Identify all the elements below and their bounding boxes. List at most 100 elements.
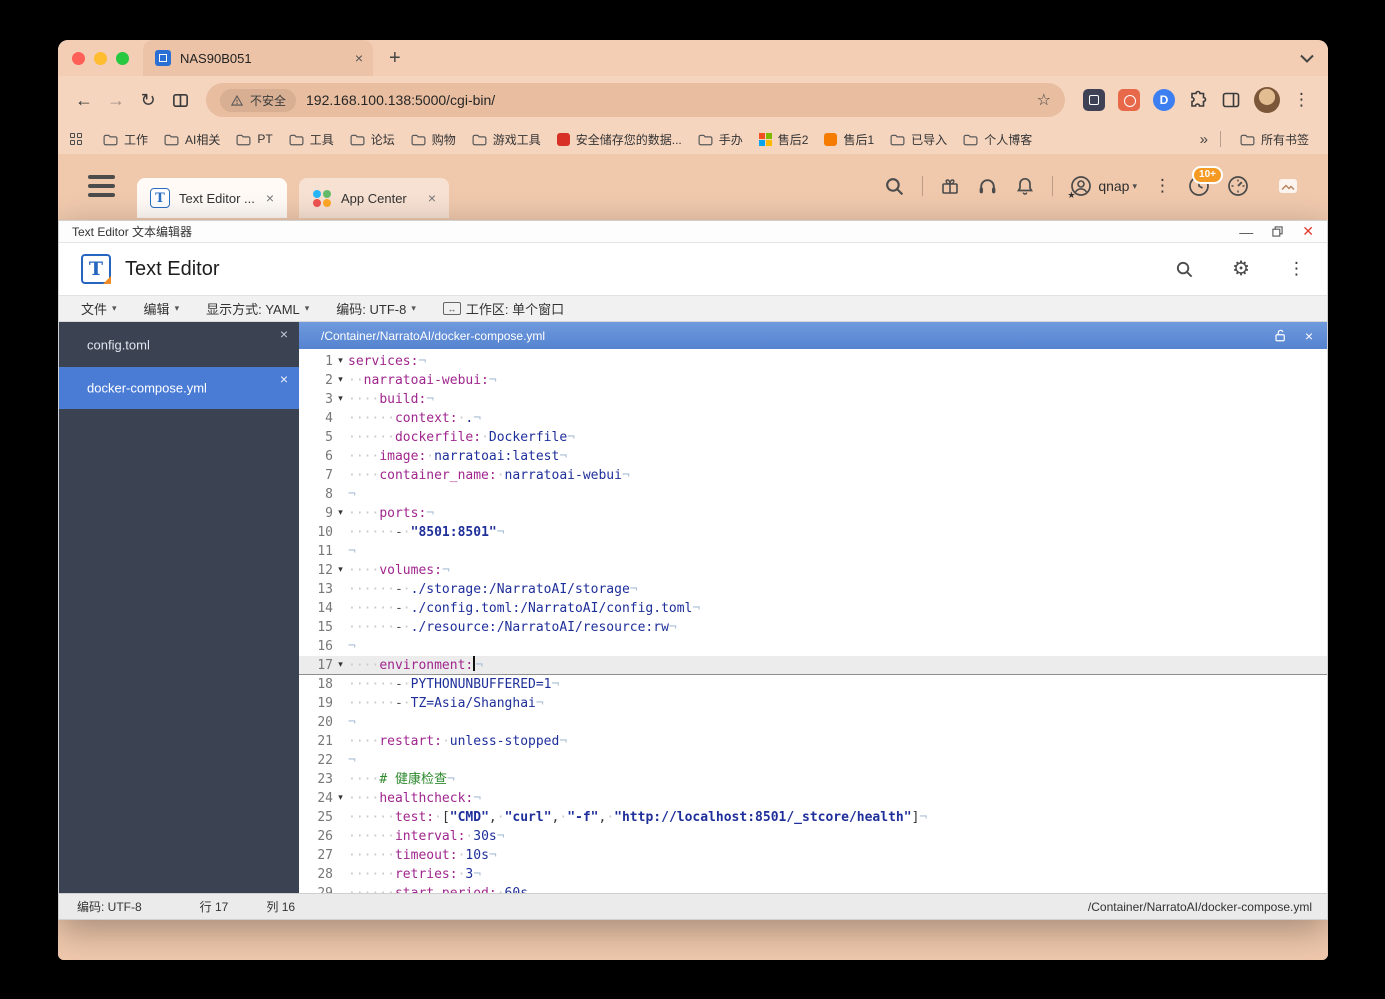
code-line-10[interactable]: 10 ······-·"8501:8501"¬ xyxy=(299,523,1327,542)
fold-arrow-icon[interactable]: ▾ xyxy=(333,561,348,580)
menu-item-2[interactable]: 编辑 ▾ xyxy=(144,299,180,318)
code-line-21[interactable]: 21 ····restart:·unless-stopped¬ xyxy=(299,732,1327,751)
code-line-22[interactable]: 22 ¬ xyxy=(299,751,1327,770)
open-file-tab[interactable]: /Container/NarratoAI/docker-compose.yml … xyxy=(299,322,1327,349)
code-line-28[interactable]: 28 ······retries:·3¬ xyxy=(299,865,1327,884)
code-line-3[interactable]: 3 ▾ ····build:¬ xyxy=(299,390,1327,409)
bookmark-item[interactable]: 论坛 xyxy=(343,128,402,151)
support-headset-icon[interactable] xyxy=(977,176,998,197)
menu-item-4[interactable]: 编码: UTF-8 ▾ xyxy=(336,299,416,318)
code-line-5[interactable]: 5 ······dockerfile:·Dockerfile¬ xyxy=(299,428,1327,447)
bookmark-item[interactable]: PT xyxy=(229,129,279,149)
code-line-24[interactable]: 24 ▾ ····healthcheck:¬ xyxy=(299,789,1327,808)
code-line-26[interactable]: 26 ······interval:·30s¬ xyxy=(299,827,1327,846)
wallpaper-icon[interactable] xyxy=(1276,175,1300,197)
code-line-18[interactable]: 18 ······-·PYTHONUNBUFFERED=1¬ xyxy=(299,675,1327,694)
code-line-14[interactable]: 14 ······-·./config.toml:/NarratoAI/confi… xyxy=(299,599,1327,618)
fold-arrow-icon[interactable]: ▾ xyxy=(333,352,348,371)
forward-button[interactable]: → xyxy=(100,84,132,116)
security-status-chip[interactable]: 不安全 xyxy=(220,88,297,112)
restore-icon[interactable] xyxy=(1272,226,1283,237)
qnap-tab-text-editor[interactable]: T Text Editor ... × xyxy=(137,178,287,218)
fold-arrow-icon[interactable]: ▾ xyxy=(333,504,348,523)
code-line-7[interactable]: 7 ····container_name:·narratoai-webui¬ xyxy=(299,466,1327,485)
profile-avatar[interactable] xyxy=(1254,87,1280,113)
close-tab-icon[interactable]: × xyxy=(428,190,436,206)
bookmark-item[interactable]: 工具 xyxy=(282,128,341,151)
code-line-11[interactable]: 11 ¬ xyxy=(299,542,1327,561)
code-line-12[interactable]: 12 ▾ ····volumes:¬ xyxy=(299,561,1327,580)
user-menu[interactable]: ★ qnap ▾ xyxy=(1067,175,1137,200)
extension-icon-dark[interactable] xyxy=(1083,89,1105,111)
unlock-icon[interactable] xyxy=(1273,328,1288,343)
extension-icon-orange[interactable] xyxy=(1118,89,1140,111)
new-tab-button[interactable]: + xyxy=(389,47,401,70)
close-window-button[interactable] xyxy=(72,51,85,65)
qnap-tab-app-center[interactable]: App Center × xyxy=(299,178,449,218)
reload-button[interactable]: ↻ xyxy=(132,84,164,116)
code-line-20[interactable]: 20 ¬ xyxy=(299,713,1327,732)
main-menu-icon[interactable] xyxy=(88,175,115,197)
bookmark-item[interactable]: 售后1 xyxy=(817,128,881,151)
search-icon[interactable] xyxy=(884,176,905,197)
close-icon[interactable]: ✕ xyxy=(1302,223,1314,240)
minimize-window-button[interactable] xyxy=(94,51,107,65)
search-icon[interactable] xyxy=(1175,260,1194,279)
tab-search-button[interactable] xyxy=(1300,54,1314,63)
close-icon[interactable]: × xyxy=(280,326,288,342)
dashboard-icon[interactable] xyxy=(1227,175,1249,197)
close-file-icon[interactable]: × xyxy=(1305,328,1313,344)
editor-menu-icon[interactable]: ⋮ xyxy=(1288,259,1305,279)
extension-icon-blue[interactable]: D xyxy=(1153,89,1175,111)
menu-item-1[interactable]: 文件 ▾ xyxy=(81,299,117,318)
more-options-icon[interactable]: ⋮ xyxy=(1154,176,1171,196)
url-text[interactable]: 192.168.100.138:5000/cgi-bin/ xyxy=(306,92,1027,108)
code-line-9[interactable]: 9 ▾ ····ports:¬ xyxy=(299,504,1327,523)
background-tasks-button[interactable]: 10+ xyxy=(1188,166,1223,197)
code-line-17[interactable]: 17 ▾ ····environment: ¬ xyxy=(299,656,1327,675)
code-line-4[interactable]: 4 ······context:·.¬ xyxy=(299,409,1327,428)
apps-grid-icon[interactable] xyxy=(70,133,82,145)
bookmark-item[interactable]: AI相关 xyxy=(157,128,227,151)
bookmark-star-icon[interactable]: ☆ xyxy=(1037,90,1051,110)
split-view-icon[interactable] xyxy=(164,84,196,116)
fold-arrow-icon[interactable]: ▾ xyxy=(333,390,348,409)
bookmark-item[interactable]: 购物 xyxy=(404,128,463,151)
code-line-16[interactable]: 16 ¬ xyxy=(299,637,1327,656)
browser-menu-icon[interactable]: ⋮ xyxy=(1293,90,1310,110)
side-panel-icon[interactable] xyxy=(1221,90,1241,110)
code-line-1[interactable]: 1 ▾ services:¬ xyxy=(299,352,1327,371)
bookmark-item[interactable]: 游戏工具 xyxy=(465,128,548,151)
fold-arrow-icon[interactable]: ▾ xyxy=(333,656,348,675)
close-tab-icon[interactable]: × xyxy=(266,190,274,206)
gear-icon[interactable]: ⚙ xyxy=(1232,259,1250,279)
sidebar-file-docker-compose.yml[interactable]: docker-compose.yml × xyxy=(59,367,299,409)
code-line-27[interactable]: 27 ······timeout:·10s¬ xyxy=(299,846,1327,865)
code-line-15[interactable]: 15 ······-·./resource:/NarratoAI/resource… xyxy=(299,618,1327,637)
whats-new-gift-icon[interactable] xyxy=(940,176,960,196)
code-line-2[interactable]: 2 ▾ ··narratoai-webui:¬ xyxy=(299,371,1327,390)
fold-arrow-icon[interactable]: ▾ xyxy=(333,789,348,808)
editor-window-titlebar[interactable]: Text Editor 文本编辑器 — ✕ xyxy=(59,221,1327,243)
code-line-25[interactable]: 25 ······test:·["CMD",·"curl",·"-f",·"htt… xyxy=(299,808,1327,827)
all-bookmarks-button[interactable]: 所有书签 xyxy=(1233,128,1316,151)
fold-arrow-icon[interactable]: ▾ xyxy=(333,371,348,390)
bookmark-item[interactable]: 个人博客 xyxy=(956,128,1039,151)
menu-item-5[interactable]: ↔ 工作区: 单个窗口 xyxy=(442,299,564,318)
code-lines[interactable]: 1 ▾ services:¬ 2 ▾ ··narratoai-webui:¬ 3 ▾ ····b… xyxy=(299,349,1327,893)
close-icon[interactable]: × xyxy=(280,371,288,387)
bookmark-item[interactable]: 售后2 xyxy=(752,128,816,151)
close-tab-icon[interactable]: × xyxy=(355,51,363,65)
browser-tab[interactable]: NAS90B051 × xyxy=(143,40,373,76)
zoom-window-button[interactable] xyxy=(116,51,129,65)
code-line-23[interactable]: 23 ····# 健康检查¬ xyxy=(299,770,1327,789)
back-button[interactable]: ← xyxy=(68,84,100,116)
bookmark-item[interactable]: 工作 xyxy=(96,128,155,151)
code-line-19[interactable]: 19 ······-·TZ=Asia/Shanghai¬ xyxy=(299,694,1327,713)
bookmarks-overflow-icon[interactable]: » xyxy=(1200,131,1208,148)
bookmark-item[interactable]: 手办 xyxy=(691,128,750,151)
bell-icon[interactable] xyxy=(1015,176,1035,196)
sidebar-file-config.toml[interactable]: config.toml × xyxy=(59,322,299,367)
menu-item-3[interactable]: 显示方式: YAML ▾ xyxy=(206,299,309,318)
code-line-29[interactable]: 29······start_period:·60s xyxy=(299,884,1327,893)
